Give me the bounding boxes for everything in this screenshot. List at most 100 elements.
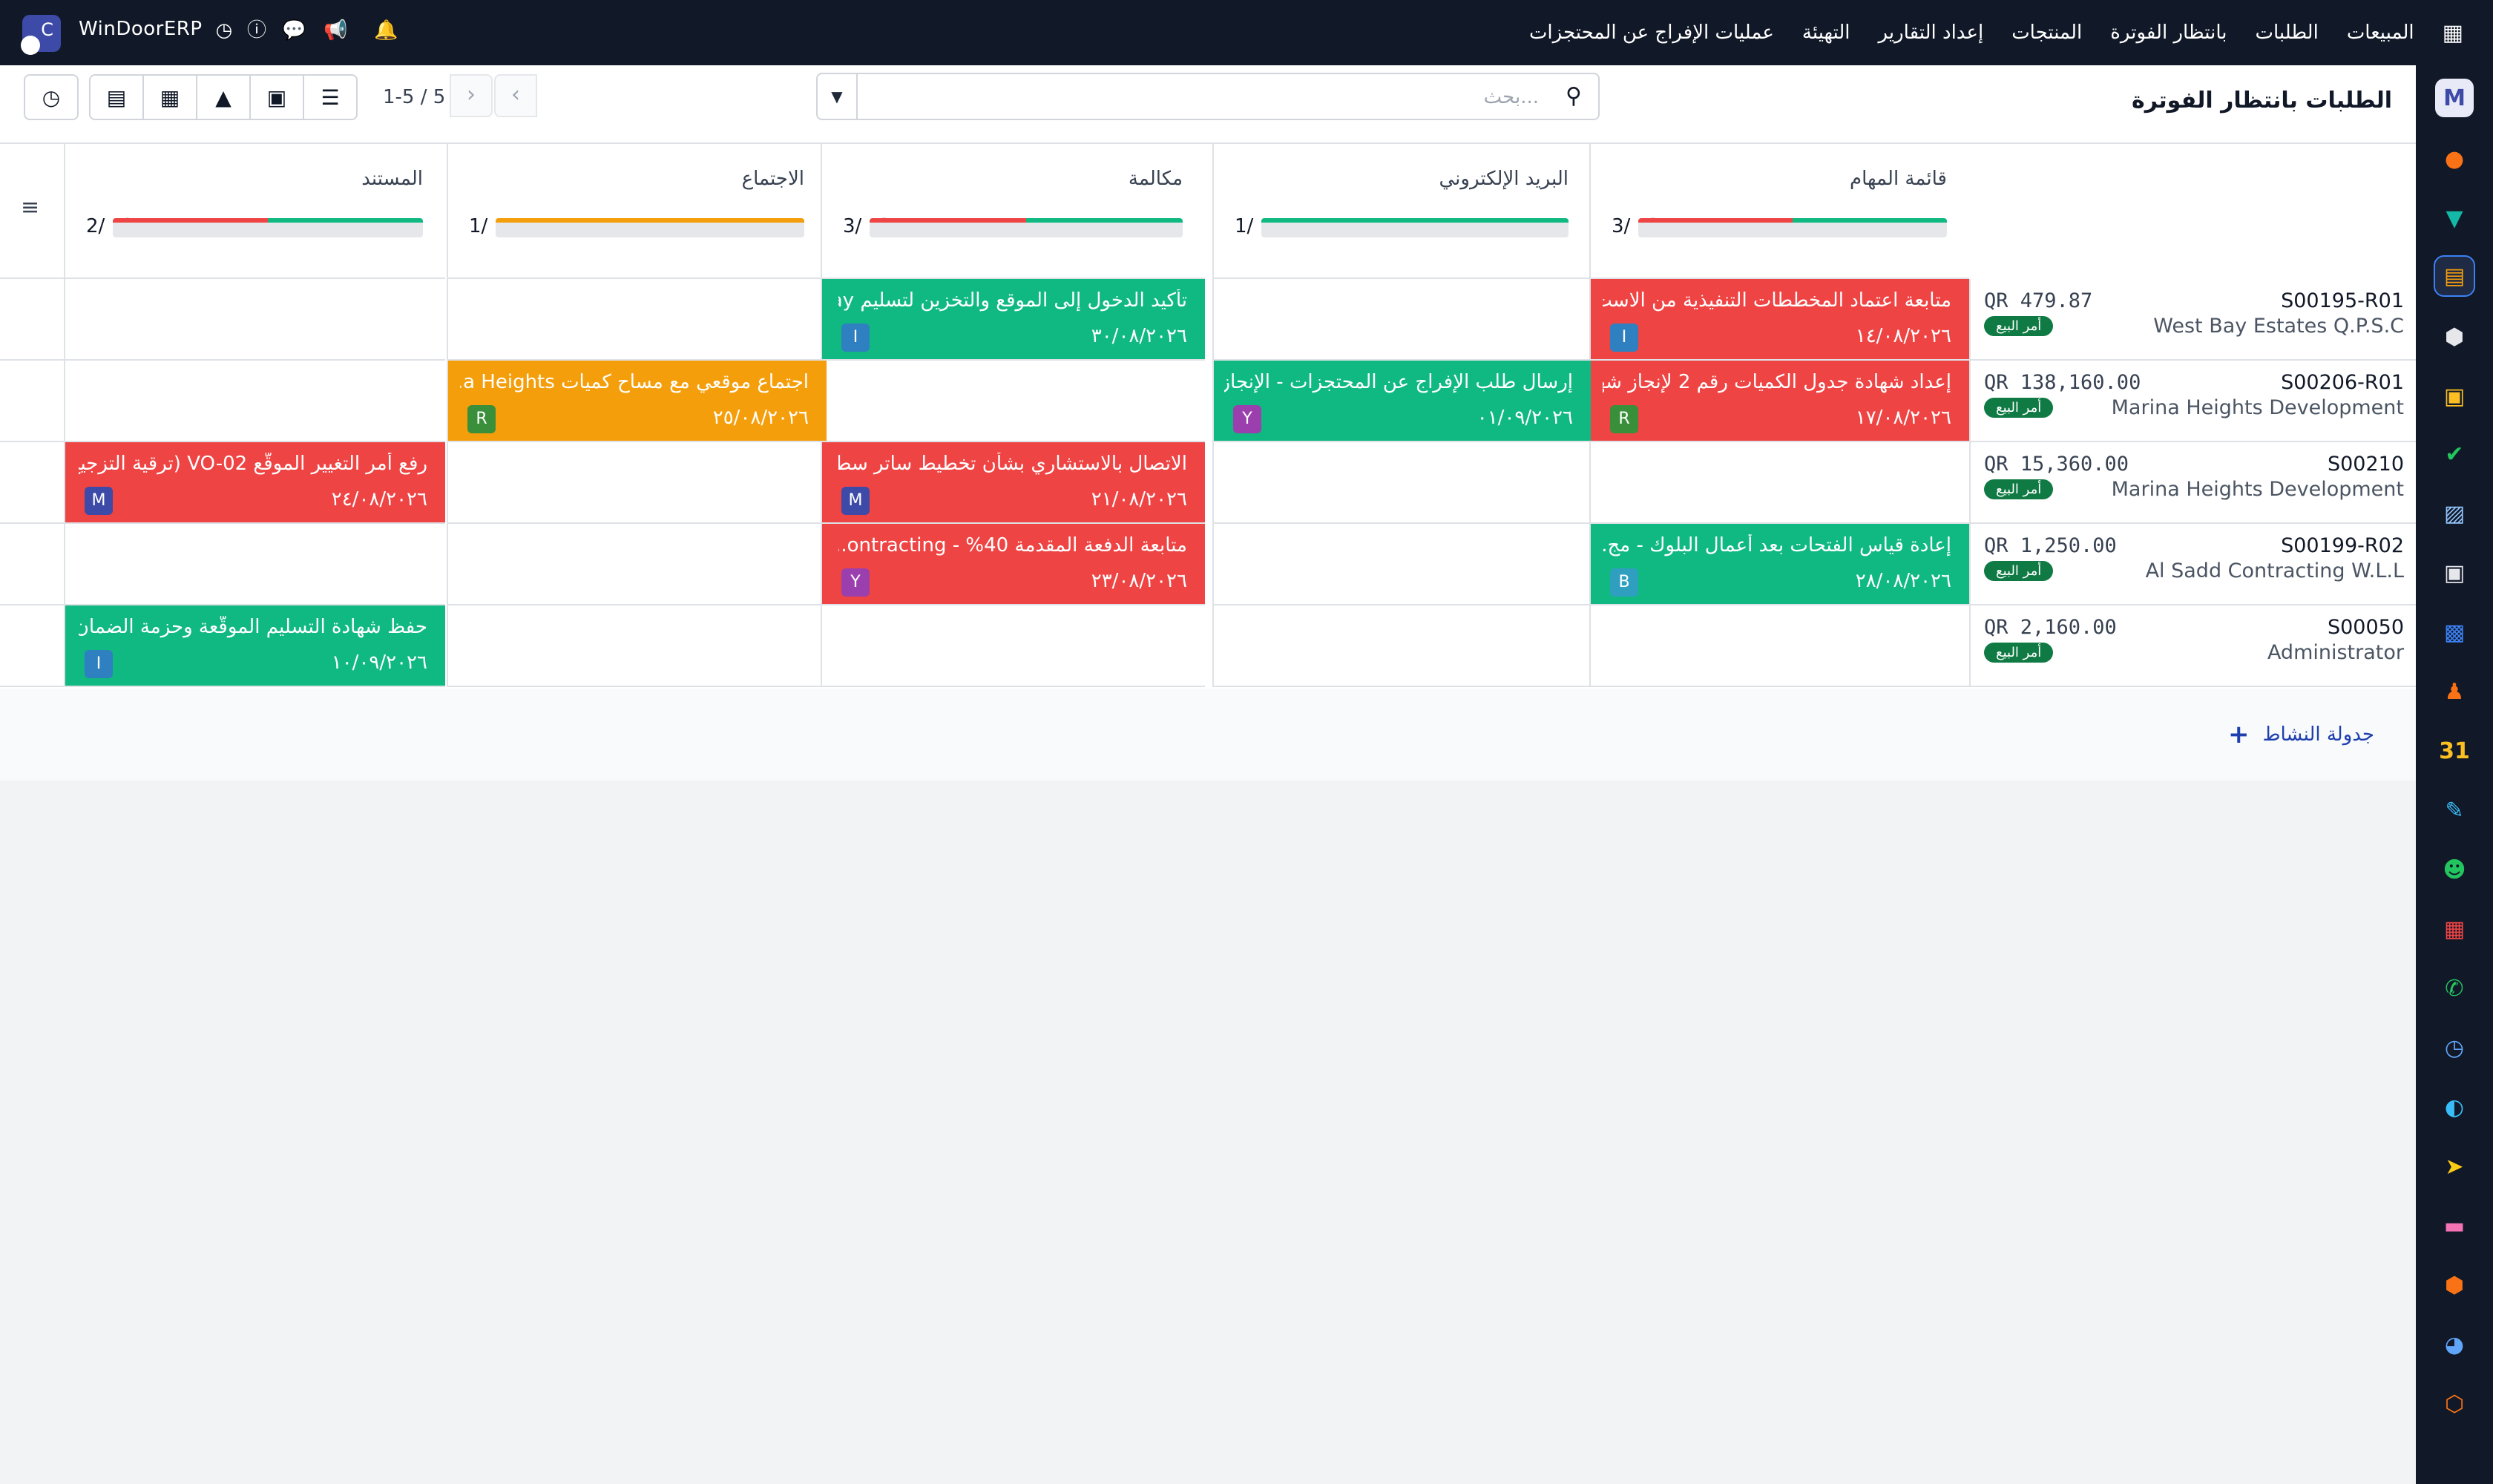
activity-cell[interactable] <box>64 279 445 361</box>
spreadsheet-app-icon[interactable]: ▬ <box>2435 1206 2474 1245</box>
website-app-icon[interactable]: ◐ <box>2435 1088 2474 1126</box>
documents-app-icon[interactable]: ▨ <box>2435 494 2474 533</box>
menu-item-3[interactable]: المنتجات <box>2011 22 2082 44</box>
search-dropdown-toggle[interactable]: ▼ <box>818 74 858 119</box>
activity-cell[interactable] <box>64 524 445 605</box>
inventory-app-icon[interactable]: ⬢ <box>2435 318 2474 356</box>
email-marketing-app-icon[interactable]: ➤ <box>2435 1147 2474 1186</box>
activity-overdue[interactable]: إعداد شهادة جدول الكميات رقم 2 لإنجاز شه… <box>1589 361 1969 442</box>
search-box[interactable]: ▼ بحث... ⚲ <box>816 73 1600 120</box>
column-header-2[interactable]: مكالمة3/3 <box>821 144 1205 279</box>
progress-segment-green[interactable] <box>268 218 423 223</box>
kanban-view-icon[interactable]: ▤ <box>89 74 144 120</box>
menu-item-1[interactable]: الطلبات <box>2256 22 2319 44</box>
project-app-icon[interactable]: ✔ <box>2435 435 2474 473</box>
activity-overdue[interactable]: رفع أمر التغيير الموقّع VO-02 (ترقية الت… <box>64 442 445 524</box>
progress-segment-green[interactable] <box>1026 218 1183 223</box>
activity-cell[interactable] <box>1212 605 1591 687</box>
menu-item-6[interactable]: عمليات الإفراج عن المحتجزات <box>1529 22 1774 44</box>
avatar[interactable]: R <box>467 405 496 433</box>
column-header-0[interactable]: قائمة المهام3/3 <box>1589 144 1969 279</box>
pager-value[interactable]: 1-5 / 5 <box>383 86 445 108</box>
activity-cell[interactable] <box>447 442 827 524</box>
activity-overdue[interactable]: متابعة اعتماد المخططات التنفيذية من الاس… <box>1589 279 1969 361</box>
progress-segment-red[interactable] <box>1638 218 1793 223</box>
invoicing-app-icon[interactable]: ▩ <box>2435 613 2474 651</box>
record-row-header[interactable]: S00050 Administrator QR 2,160.00 أمر البيع <box>1969 605 2416 687</box>
avatar[interactable]: Y <box>841 568 870 597</box>
employees-app-icon[interactable]: ♟ <box>2435 672 2474 711</box>
progress-segment-orange[interactable] <box>496 218 804 223</box>
column-progress-bar[interactable] <box>1261 218 1569 237</box>
column-progress-bar[interactable] <box>496 218 804 237</box>
purchase-app-icon[interactable]: ▣ <box>2435 554 2474 592</box>
search-icon[interactable]: ⚲ <box>1566 83 1582 109</box>
pager-prev-button[interactable]: › <box>450 74 493 117</box>
crm-app-icon[interactable]: ▼ <box>2435 199 2474 237</box>
discuss-app-icon[interactable]: ● <box>2435 139 2474 178</box>
record-row-header[interactable]: S00199-R02 Al Sadd Contracting W.L.L QR 1,… <box>1969 524 2416 605</box>
avatar[interactable]: M <box>85 487 113 515</box>
planning-app-icon[interactable]: ◕ <box>2435 1325 2474 1364</box>
record-row-header[interactable]: S00206-R01 Marina Heights Development QR 1… <box>1969 361 2416 442</box>
activity-view-button[interactable]: ◷ <box>24 74 79 120</box>
progress-segment-green[interactable] <box>1793 218 1947 223</box>
menu-item-2[interactable]: بانتظار الفوترة <box>2110 22 2227 44</box>
avatar[interactable]: R <box>1610 405 1638 433</box>
activity-cell[interactable] <box>447 279 827 361</box>
column-progress-bar[interactable] <box>1638 218 1947 237</box>
activity-cell[interactable] <box>447 605 827 687</box>
pivot-view-icon[interactable]: ▦ <box>142 74 197 120</box>
schedule-activity-link[interactable]: + جدولة النشاط <box>2228 720 2374 749</box>
menu-item-5[interactable]: التهيئة <box>1802 22 1850 44</box>
filter-settings-icon[interactable]: ≡ <box>21 194 39 220</box>
activity-cell[interactable] <box>821 605 1205 687</box>
activity-overdue[interactable]: الاتصال بالاستشاري بشأن تخطيط ساتر سطح .… <box>821 442 1205 524</box>
timesheet-app-icon[interactable]: ◷ <box>2435 1028 2474 1067</box>
avatar[interactable]: I <box>1610 324 1638 352</box>
avatar[interactable]: Y <box>1233 405 1261 433</box>
column-header-1[interactable]: البريد الإلكتروني1/1 <box>1212 144 1591 279</box>
contacts-app-icon[interactable]: ▣ <box>2435 377 2474 416</box>
megaphone-icon[interactable]: 📢 <box>323 18 347 43</box>
progress-segment-red[interactable] <box>870 218 1026 223</box>
activity-planned[interactable]: تأكيد الدخول إلى الموقع والتخزين لتسليم … <box>821 279 1205 361</box>
activity-planned[interactable]: إعادة قياس الفتحات بعد أعمال البلوك - مج… <box>1589 524 1969 605</box>
record-row-header[interactable]: S00210 Marina Heights Development QR 15,36… <box>1969 442 2416 524</box>
chat-icon[interactable]: 💬 <box>282 18 306 43</box>
record-row-header[interactable]: S00195-R01 West Bay Estates Q.P.S.C QR 479… <box>1969 279 2416 361</box>
menu-item-0[interactable]: المبيعات <box>2347 22 2414 44</box>
sales-app-icon[interactable]: ▤ <box>2434 255 2475 297</box>
brand-name[interactable]: WinDoorERP <box>79 18 203 40</box>
activity-planned[interactable]: حفظ شهادة التسليم الموقّعة وحزمة الضمان ١… <box>64 605 445 687</box>
activity-cell[interactable] <box>1589 605 1969 687</box>
graph-view-icon[interactable]: ▲ <box>196 74 251 120</box>
activity-cell[interactable] <box>1589 442 1969 524</box>
avatar[interactable]: I <box>841 324 870 352</box>
settings-app-icon[interactable]: ⬡ <box>2435 1385 2474 1423</box>
column-header-4[interactable]: المستند2/2 <box>64 144 445 279</box>
repair-app-icon[interactable]: ⬢ <box>2435 1266 2474 1304</box>
dashboard-app-icon[interactable]: ▦ <box>2435 910 2474 948</box>
activity-cell[interactable] <box>1212 279 1591 361</box>
activity-today[interactable]: اجتماع موقعي مع مساح كميات a Heights... ٢… <box>447 361 827 442</box>
activity-cell[interactable] <box>64 361 445 442</box>
hr-app-icon[interactable]: ☻ <box>2435 850 2474 889</box>
column-header-3[interactable]: الاجتماع1/1 <box>447 144 827 279</box>
activity-cell[interactable] <box>1212 524 1591 605</box>
calendar-app-icon[interactable]: 31 <box>2435 732 2474 770</box>
calendar-view-icon[interactable]: ▣ <box>249 74 304 120</box>
sign-app-icon[interactable]: ✎ <box>2435 791 2474 830</box>
menu-item-4[interactable]: إعداد التقارير <box>1879 22 1984 44</box>
company-logo[interactable]: C <box>21 15 61 55</box>
bell-icon[interactable]: 🔔 <box>374 18 398 43</box>
help-icon[interactable]: ⓘ <box>245 18 269 43</box>
search-input[interactable]: بحث... <box>1484 86 1539 108</box>
pager-next-button[interactable]: ‹ <box>494 74 537 117</box>
apps-grid-icon[interactable]: ▦ <box>2443 20 2463 46</box>
activity-cell[interactable] <box>447 524 827 605</box>
activity-planned[interactable]: إرسال طلب الإفراج عن المحتجزات - الإنجاز… <box>1212 361 1591 442</box>
avatar[interactable]: M <box>841 487 870 515</box>
mail-app-icon[interactable]: M <box>2435 79 2474 117</box>
whatsapp-app-icon[interactable]: ✆ <box>2435 969 2474 1008</box>
